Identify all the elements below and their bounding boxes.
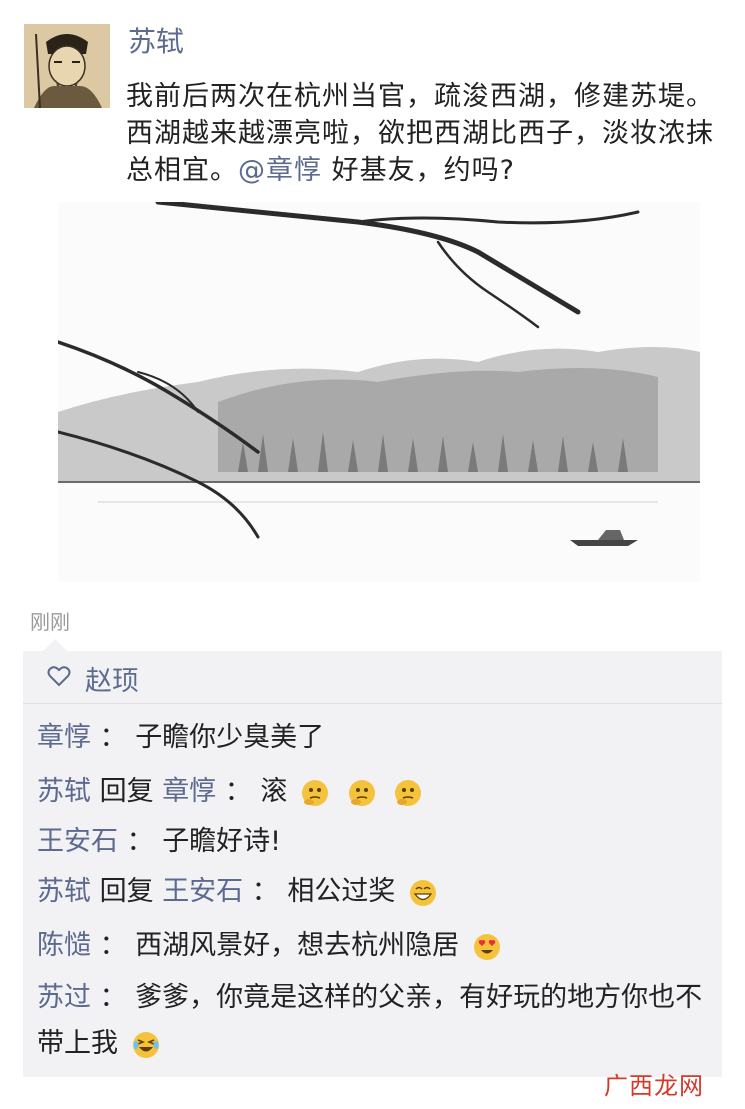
heart-eyes-emoji-icon [473,933,500,960]
heart-icon [47,666,71,687]
portrait-image [24,24,110,108]
reply-to-name[interactable]: 王安石 [162,876,243,907]
comment-row[interactable]: 苏轼 回复 王安石 ： 相公过奖 [37,869,717,915]
separator: ： [251,876,279,907]
comment-text: 相公过奖 [287,876,396,907]
thinking-emoji-icon [348,779,375,806]
comment-text: 滚 [260,776,288,807]
thinking-emoji-icon [301,779,328,806]
grin-emoji-icon [409,879,436,906]
reply-word: 回复 [99,876,154,907]
author-name[interactable]: 苏轼 [128,22,184,62]
comment-row[interactable]: 苏过 ： 爹爹，你竟是这样的父亲，有好玩的地方你也不带上我 [37,975,717,1067]
comment-text: 子瞻你少臭美了 [135,722,325,753]
watermark: 广西龙网 [604,1072,704,1100]
commenter-name[interactable]: 章惇 [37,722,91,753]
comment-row[interactable]: 陈慥 ： 西湖风景好，想去杭州隐居 [37,923,717,969]
laughing-tears-emoji-icon [132,1031,159,1058]
author-avatar[interactable] [24,24,110,108]
post-timestamp: 刚刚 [30,610,70,634]
comment-row[interactable]: 苏轼 回复 章惇 ： 滚 [37,769,717,815]
comment-text: 子瞻好诗! [162,826,282,857]
commenter-name[interactable]: 陈慥 [37,930,91,961]
separator: ： [99,930,127,961]
commenter-name[interactable]: 王安石 [37,826,118,857]
commenter-name[interactable]: 苏过 [37,982,91,1013]
liker-name[interactable]: 赵顼 [85,659,139,698]
ink-painting [56,199,700,582]
comments-panel: 赵顼 章惇 ： 子瞻你少臭美了 苏轼 回复 章惇 ： 滚 王安石 ： 子瞻好诗!… [23,639,722,1077]
mention-link[interactable]: @章惇 [238,155,322,186]
separator: ： [99,722,127,753]
comment-row[interactable]: 章惇 ： 子瞻你少臭美了 [37,715,717,761]
thinking-emoji-icon [395,779,422,806]
separator: ： [126,826,154,857]
likes-row: 赵顼 [23,651,722,704]
post-text: 我前后两次在杭州当官，疏浚西湖，修建苏堤。西湖越来越漂亮啦，欲把西湖比西子，淡妆… [126,78,716,189]
post-image[interactable] [56,199,700,582]
reply-to-name[interactable]: 章惇 [162,776,216,807]
commenter-name[interactable]: 苏轼 [37,876,91,907]
comment-row[interactable]: 王安石 ： 子瞻好诗! [37,819,717,865]
reply-word: 回复 [99,776,154,807]
separator: ： [224,776,252,807]
post-body-end: 好基友，约吗? [322,155,515,186]
separator: ： [99,982,127,1013]
comment-text: 西湖风景好，想去杭州隐居 [135,930,460,961]
commenter-name[interactable]: 苏轼 [37,776,91,807]
